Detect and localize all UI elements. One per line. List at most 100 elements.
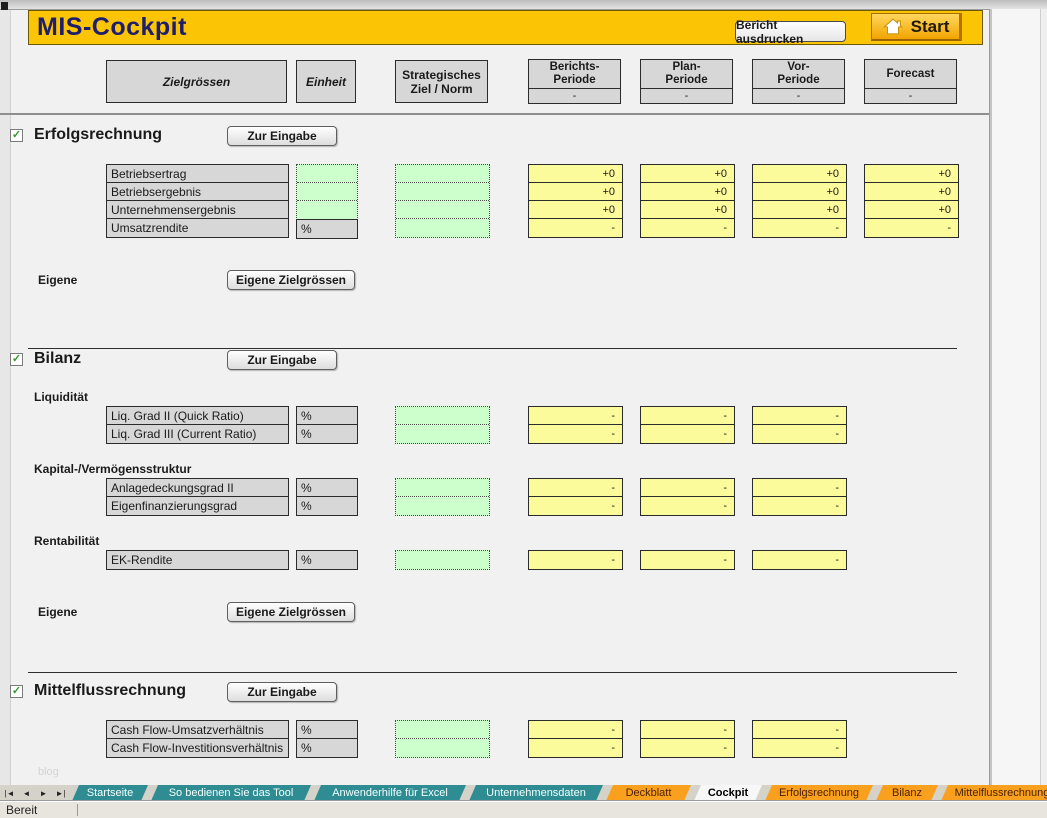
mittelflussrechnung-berichtsperiode-values: - - (528, 720, 623, 758)
green-input-cell[interactable] (297, 201, 357, 219)
value-cell[interactable]: - (641, 721, 734, 739)
green-input-cell[interactable] (396, 425, 489, 443)
value-cell[interactable]: - (529, 219, 622, 237)
row-label: Anlagedeckungsgrad II (107, 479, 288, 497)
value-cell[interactable]: +0 (529, 201, 622, 219)
value-cell[interactable]: - (529, 497, 622, 515)
erfolgsrechnung-einheit-input[interactable] (296, 164, 358, 220)
tab-nav-prev-icon[interactable]: ◄ (19, 787, 34, 800)
bilanz-rentabilitaet-berichtsperiode-values: - (528, 550, 623, 570)
tab-so-bedienen-sie-das-tool[interactable]: So bedienen Sie das Tool (151, 785, 311, 801)
tab-mittelflussrechnung[interactable]: Mittelflussrechnung (941, 785, 1047, 801)
green-input-cell[interactable] (297, 165, 357, 183)
print-report-button[interactable]: Bericht ausdrucken (735, 21, 846, 42)
berichts-period-value[interactable]: - (529, 88, 620, 103)
unit-cell: % (297, 425, 357, 443)
value-cell[interactable]: +0 (753, 201, 846, 219)
print-report-label: Bericht ausdrucken (736, 18, 845, 46)
tab-nav-last-icon[interactable]: ►| (53, 787, 68, 800)
value-cell[interactable]: +0 (529, 183, 622, 201)
green-input-cell[interactable] (396, 551, 489, 569)
unit-cell: % (297, 721, 357, 739)
bilanz-kapitalstruktur-vorperiode-values: - - (752, 478, 847, 516)
value-cell[interactable]: - (529, 407, 622, 425)
bilanz-kapitalstruktur-labels: Anlagedeckungsgrad II Eigenfinanzierungs… (106, 478, 289, 516)
green-input-cell[interactable] (396, 497, 489, 515)
sheet-tab-bar: |◄ ◄ ► ►| Startseite So bedienen Sie das… (0, 785, 1047, 801)
green-input-cell[interactable] (297, 183, 357, 201)
tab-bilanz[interactable]: Bilanz (876, 785, 938, 801)
bilanz-liquiditaet-units: % % (296, 406, 358, 444)
mittelflussrechnung-zur-eingabe-button[interactable]: Zur Eingabe (227, 682, 337, 702)
value-cell[interactable]: - (641, 739, 734, 757)
value-cell[interactable]: - (753, 739, 846, 757)
tab-anwenderhilfe-fuer-excel[interactable]: Anwenderhilfe für Excel (314, 785, 466, 801)
value-cell[interactable]: +0 (865, 165, 958, 183)
erfolgsrechnung-zur-eingabe-button[interactable]: Zur Eingabe (227, 126, 337, 146)
mittelflussrechnung-checkbox[interactable]: ✓ (10, 685, 23, 698)
value-cell[interactable]: - (753, 479, 846, 497)
value-cell[interactable]: - (529, 551, 622, 569)
value-cell[interactable]: +0 (753, 165, 846, 183)
bilanz-rentabilitaet-ziel-input[interactable] (395, 550, 490, 570)
tab-deckblatt[interactable]: Deckblatt (606, 785, 691, 801)
value-cell[interactable]: - (529, 739, 622, 757)
value-cell[interactable]: - (641, 425, 734, 443)
green-input-cell[interactable] (396, 183, 489, 201)
value-cell[interactable]: - (753, 497, 846, 515)
value-cell[interactable]: - (529, 721, 622, 739)
value-cell[interactable]: - (641, 497, 734, 515)
erfolgsrechnung-ziel-input[interactable] (395, 164, 490, 238)
bilanz-kapitalstruktur-ziel-input[interactable] (395, 478, 490, 516)
unit-cell: % (297, 551, 357, 569)
value-cell[interactable]: +0 (753, 183, 846, 201)
tab-unternehmensdaten[interactable]: Unternehmensdaten (469, 785, 603, 801)
plan-period-value[interactable]: - (641, 88, 732, 103)
home-icon (882, 17, 904, 36)
value-cell[interactable]: - (865, 219, 958, 237)
bilanz-rentabilitaet-vorperiode-values: - (752, 550, 847, 570)
tab-startseite[interactable]: Startseite (72, 785, 148, 801)
forecast-period-value[interactable]: - (865, 88, 956, 103)
bilanz-zur-eingabe-button[interactable]: Zur Eingabe (227, 350, 337, 370)
green-input-cell[interactable] (396, 165, 489, 183)
green-input-cell[interactable] (396, 721, 489, 739)
value-cell[interactable]: +0 (641, 201, 734, 219)
tab-cockpit[interactable]: Cockpit (694, 785, 762, 801)
value-cell[interactable]: +0 (865, 201, 958, 219)
green-input-cell[interactable] (396, 479, 489, 497)
value-cell[interactable]: - (753, 219, 846, 237)
green-input-cell[interactable] (396, 219, 489, 237)
value-cell[interactable]: +0 (641, 165, 734, 183)
vor-period-value[interactable]: - (753, 88, 844, 103)
value-cell[interactable]: +0 (865, 183, 958, 201)
tab-nav-next-icon[interactable]: ► (36, 787, 51, 800)
berichts-line1: Berichts- (550, 61, 600, 74)
erfolgsrechnung-umsatzrendite-unit: % (296, 219, 358, 239)
erfolgsrechnung-eigene-zielgroessen-button[interactable]: Eigene Zielgrössen (227, 270, 355, 290)
green-input-cell[interactable] (396, 407, 489, 425)
erfolgsrechnung-checkbox[interactable]: ✓ (10, 129, 23, 142)
bilanz-eigene-zielgroessen-button[interactable]: Eigene Zielgrössen (227, 602, 355, 622)
value-cell[interactable]: +0 (641, 183, 734, 201)
bilanz-liquiditaet-ziel-input[interactable] (395, 406, 490, 444)
mittelflussrechnung-ziel-input[interactable] (395, 720, 490, 758)
green-input-cell[interactable] (396, 201, 489, 219)
tab-nav-first-icon[interactable]: |◄ (2, 787, 17, 800)
value-cell[interactable]: - (641, 219, 734, 237)
start-button[interactable]: Start (871, 13, 962, 41)
value-cell[interactable]: - (753, 721, 846, 739)
value-cell[interactable]: +0 (529, 165, 622, 183)
value-cell[interactable]: - (753, 407, 846, 425)
value-cell[interactable]: - (529, 479, 622, 497)
green-input-cell[interactable] (396, 739, 489, 757)
value-cell[interactable]: - (529, 425, 622, 443)
value-cell[interactable]: - (641, 479, 734, 497)
value-cell[interactable]: - (753, 425, 846, 443)
tab-erfolgsrechnung[interactable]: Erfolgsrechnung (765, 785, 873, 801)
value-cell[interactable]: - (641, 407, 734, 425)
value-cell[interactable]: - (641, 551, 734, 569)
bilanz-checkbox[interactable]: ✓ (10, 353, 23, 366)
bilanz-kapitalstruktur-units: % % (296, 478, 358, 516)
value-cell[interactable]: - (753, 551, 846, 569)
